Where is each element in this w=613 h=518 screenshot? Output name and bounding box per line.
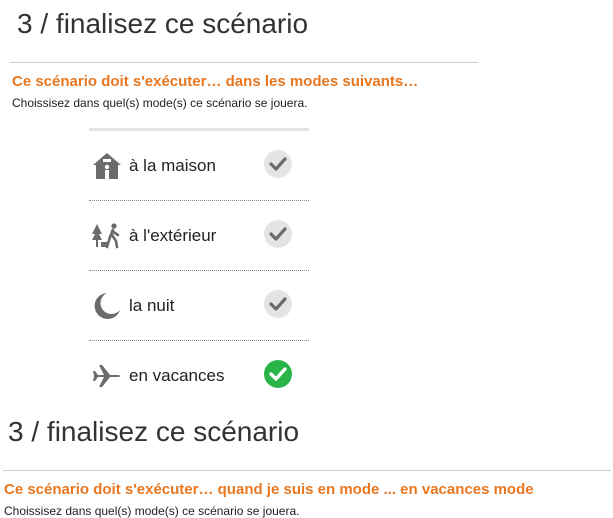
step2-subtitle: Choissisez dans quel(s) mode(s) ce scéna… [4,504,300,518]
airplane-icon [93,365,121,387]
mode-row-night[interactable]: la nuit [89,271,309,341]
mode-label-outdoor: à l'extérieur [129,226,217,245]
step2-title: 3 / finalisez ce scénario [8,416,300,447]
step1-heading: Ce scénario doit s'exécuter… dans les mo… [12,73,419,90]
step2-heading: Ce scénario doit s'exécuter… quand je su… [4,481,534,498]
checkmark-icon[interactable] [264,290,292,318]
house-icon [93,153,121,179]
mode-list: à la maison à l'extérieur la nuit en vac… [89,128,309,410]
mode-row-vacation[interactable]: en vacances [89,341,309,410]
mode-label-night: la nuit [129,296,175,315]
step2-divider [3,470,611,471]
mode-row-home[interactable]: à la maison [89,131,309,201]
outdoor-walker-icon [92,223,120,249]
checkmark-icon[interactable] [264,150,292,178]
mode-row-outdoor[interactable]: à l'extérieur [89,201,309,271]
step1-subtitle: Choissisez dans quel(s) mode(s) ce scéna… [12,96,308,110]
checkmark-icon[interactable] [264,220,292,248]
step1-divider [10,62,478,63]
checkmark-selected-icon[interactable] [264,360,292,388]
step1-title: 3 / finalisez ce scénario [17,8,309,39]
mode-label-vacation: en vacances [129,366,225,385]
moon-icon [94,293,120,319]
mode-label-home: à la maison [129,156,216,175]
